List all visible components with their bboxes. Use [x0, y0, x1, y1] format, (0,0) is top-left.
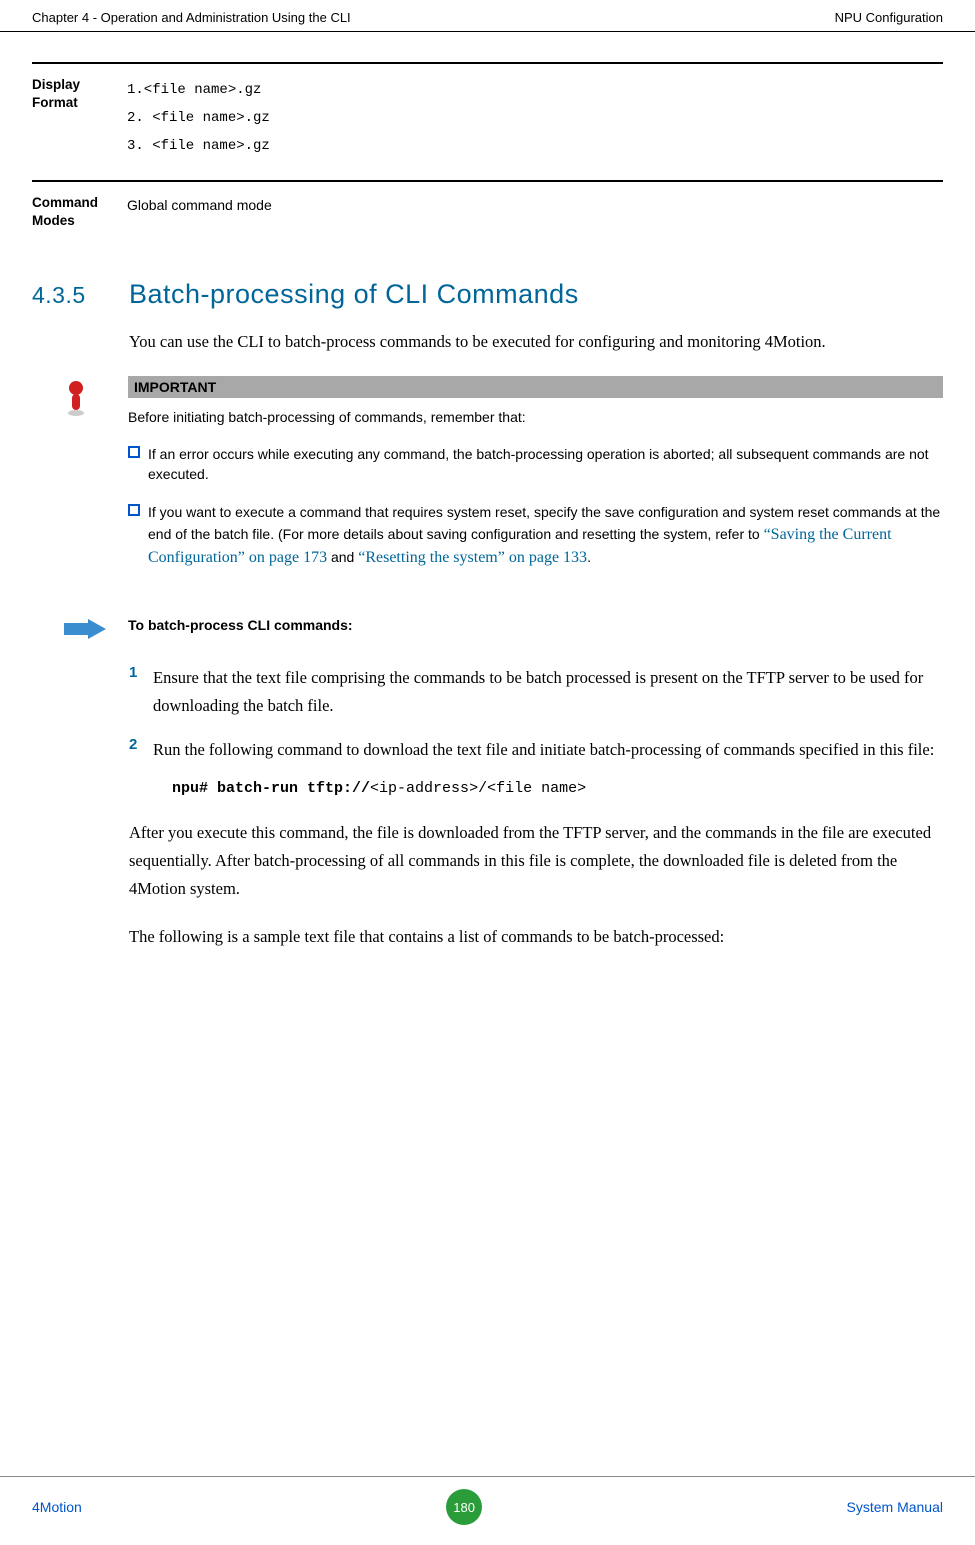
footer-left: 4Motion — [32, 1499, 82, 1515]
arrow-icon — [64, 617, 128, 644]
bullet-2-mid: and — [327, 549, 358, 565]
important-callout: IMPORTANT Before initiating batch-proces… — [64, 376, 943, 587]
intro-paragraph: You can use the CLI to batch-process com… — [129, 328, 943, 356]
bullet-1-text: If an error occurs while executing any c… — [148, 444, 943, 485]
step-2-number: 2 — [129, 736, 153, 764]
section-number: 4.3.5 — [32, 282, 129, 309]
step-2-text: Run the following command to download th… — [153, 736, 943, 764]
bullet-2-end: . — [587, 549, 591, 565]
step-1: 1 Ensure that the text file comprising t… — [129, 664, 943, 720]
important-bullet-2: If you want to execute a command that re… — [128, 502, 943, 569]
step-1-number: 1 — [129, 664, 153, 720]
bullet-icon — [128, 504, 140, 516]
sample-intro-paragraph: The following is a sample text file that… — [129, 923, 943, 951]
bullet-2-text: If you want to execute a command that re… — [148, 502, 943, 569]
section-title: Batch-processing of CLI Commands — [129, 279, 579, 310]
command-modes-value: Global command mode — [127, 194, 943, 229]
result-paragraph: After you execute this command, the file… — [129, 819, 943, 903]
page-content: Display Format 1.<file name>.gz 2. <file… — [0, 62, 975, 951]
step-1-text: Ensure that the text file comprising the… — [153, 664, 943, 720]
procedure-heading: To batch-process CLI commands: — [128, 617, 353, 644]
important-content: IMPORTANT Before initiating batch-proces… — [128, 376, 943, 587]
section-heading-row: 4.3.5 Batch-processing of CLI Commands — [32, 279, 943, 310]
display-format-line-2: 2. <file name>.gz — [127, 104, 943, 132]
bullet-icon — [128, 446, 140, 458]
command-line: npu# batch-run tftp://<ip-address>/<file… — [172, 780, 943, 797]
command-bold: npu# batch-run tftp:// — [172, 780, 370, 797]
important-preface: Before initiating batch-processing of co… — [128, 408, 943, 428]
display-format-line-3: 3. <file name>.gz — [127, 132, 943, 160]
display-format-row: Display Format 1.<file name>.gz 2. <file… — [32, 62, 943, 180]
command-modes-row: Command Modes Global command mode — [32, 180, 943, 249]
page-number: 180 — [453, 1500, 475, 1515]
header-right: NPU Configuration — [835, 10, 943, 25]
command-modes-label: Command Modes — [32, 194, 127, 229]
link-resetting-system[interactable]: “Resetting the system” on page 133 — [358, 549, 587, 566]
step-2: 2 Run the following command to download … — [129, 736, 943, 764]
command-args: <ip-address>/<file name> — [370, 780, 586, 797]
page-footer: 4Motion 180 System Manual — [0, 1476, 975, 1545]
important-icon — [64, 376, 128, 587]
important-bullet-1: If an error occurs while executing any c… — [128, 444, 943, 485]
procedure-heading-row: To batch-process CLI commands: — [64, 617, 943, 644]
important-heading: IMPORTANT — [128, 376, 943, 398]
display-format-line-1: 1.<file name>.gz — [127, 76, 943, 104]
footer-right: System Manual — [847, 1499, 943, 1515]
header-left: Chapter 4 - Operation and Administration… — [32, 10, 351, 25]
page-number-badge: 180 — [446, 1489, 482, 1525]
display-format-value: 1.<file name>.gz 2. <file name>.gz 3. <f… — [127, 76, 943, 160]
display-format-label: Display Format — [32, 76, 127, 160]
page-header: Chapter 4 - Operation and Administration… — [0, 0, 975, 32]
